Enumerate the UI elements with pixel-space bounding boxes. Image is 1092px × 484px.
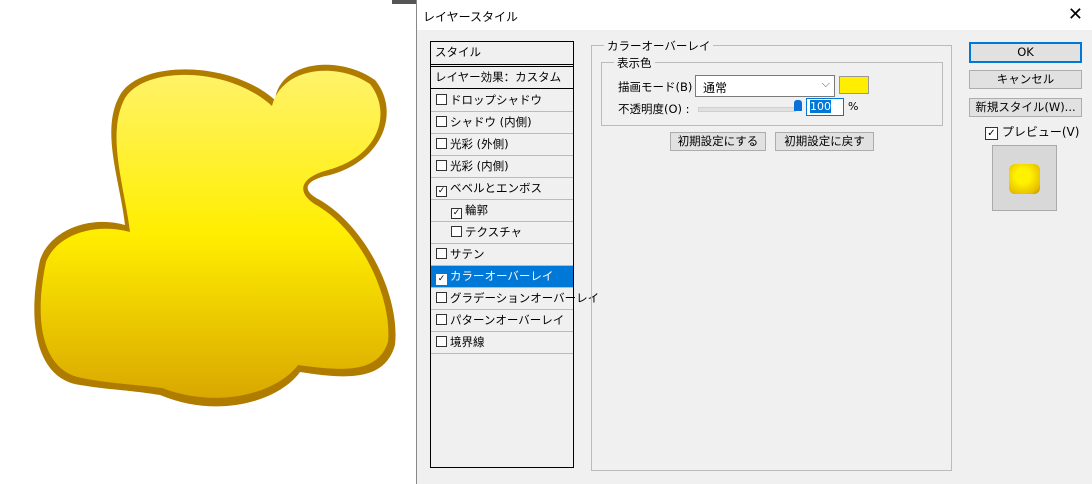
style-item-label: 光彩 (外側) [450,137,509,151]
opacity-label: 不透明度(O) : [618,102,690,116]
style-item-label: ドロップシャドウ [450,93,542,107]
opacity-input[interactable]: 100 [806,98,844,116]
checkbox-icon[interactable] [436,94,447,105]
checkbox-icon[interactable]: ✓ [436,186,447,197]
preview-thumbnail [992,145,1057,211]
opacity-value: 100 [810,100,831,113]
style-item[interactable]: サテン [431,244,573,266]
style-item[interactable]: 境界線 [431,332,573,354]
style-item-label: 境界線 [450,335,485,349]
cancel-button[interactable]: キャンセル [969,70,1082,89]
canvas-yellow-blob [34,64,396,407]
close-icon[interactable]: ✕ [1068,4,1083,25]
checkbox-icon[interactable] [436,116,447,127]
checkbox-icon[interactable] [436,336,447,347]
color-subgroup: 表示色 描画モード(B) : 通常 ⌵ 不透明度(O) : 100 % [601,55,943,126]
reset-default-button[interactable]: 初期設定に戻す [775,132,874,151]
style-item[interactable]: ✓ ベベルとエンボス [431,178,573,200]
opacity-slider-handle[interactable] [794,100,802,111]
style-item[interactable]: ✓ カラーオーバーレイ [431,266,573,288]
opacity-slider[interactable] [698,107,796,112]
preview-checkbox[interactable]: ✓ プレビュー(V) [985,123,1079,140]
checkbox-icon[interactable] [436,292,447,303]
style-item[interactable]: ✓ 輪郭 [431,200,573,222]
checkbox-icon[interactable] [451,226,462,237]
layer-style-dialog: レイヤースタイル ✕ スタイル レイヤー効果：カスタム ドロップシャドウ シャドウ… [416,0,1092,484]
style-item[interactable]: テクスチャ [431,222,573,244]
preview-swatch [1009,164,1040,194]
blend-mode-select[interactable]: 通常 ⌵ [695,75,835,97]
style-item[interactable]: グラデーションオーバーレイ [431,288,599,310]
style-item[interactable]: 光彩 (内側) [431,156,573,178]
style-item-label: 輪郭 [465,203,488,217]
title-bar: レイヤースタイル ✕ [417,0,1092,30]
style-item-label: テクスチャ [465,225,523,239]
checkbox-icon[interactable] [436,160,447,171]
style-item-label: 光彩 (内側) [450,159,509,173]
style-item-label: サテン [450,247,485,261]
style-item-label: カラーオーバーレイ [450,269,554,283]
chevron-down-icon: ⌵ [821,77,830,90]
style-item-label: ベベルとエンボス [450,181,542,195]
preview-label: プレビュー(V) [1001,125,1080,139]
checkbox-icon[interactable] [436,138,447,149]
style-item[interactable]: 光彩 (外側) [431,134,573,156]
checkbox-icon[interactable]: ✓ [436,274,447,285]
checkbox-icon: ✓ [985,127,998,140]
checkbox-icon[interactable] [436,248,447,259]
new-style-button[interactable]: 新規スタイル(W)... [969,98,1082,117]
color-overlay-group: カラーオーバーレイ 表示色 描画モード(B) : 通常 ⌵ 不透明度(O) : … [591,38,952,471]
blend-mode-label: 描画モード(B) : [618,80,700,94]
styles-list: スタイル レイヤー効果：カスタム ドロップシャドウ シャドウ (内側) 光彩 (外側… [430,41,599,468]
dialog-title: レイヤースタイル [423,10,519,24]
ok-button[interactable]: OK [969,42,1082,63]
make-default-button[interactable]: 初期設定にする [670,132,766,151]
style-item[interactable]: ドロップシャドウ [431,90,573,112]
group-title: カラーオーバーレイ [604,38,714,54]
style-item-label: シャドウ (内側) [450,115,532,129]
style-item[interactable]: シャドウ (内側) [431,112,573,134]
checkbox-icon[interactable] [436,314,447,325]
blend-mode-value: 通常 [703,81,728,95]
style-item[interactable]: パターンオーバーレイ [431,310,573,332]
style-item-label: パターンオーバーレイ [450,313,565,327]
styles-header[interactable]: スタイル [431,42,573,67]
opacity-unit: % [848,100,859,113]
checkbox-icon[interactable]: ✓ [451,208,462,219]
subgroup-title: 表示色 [614,55,655,71]
blending-options[interactable]: レイヤー効果：カスタム [431,67,573,89]
overlay-color-swatch[interactable] [839,76,869,94]
style-item-label: グラデーションオーバーレイ [450,291,600,305]
